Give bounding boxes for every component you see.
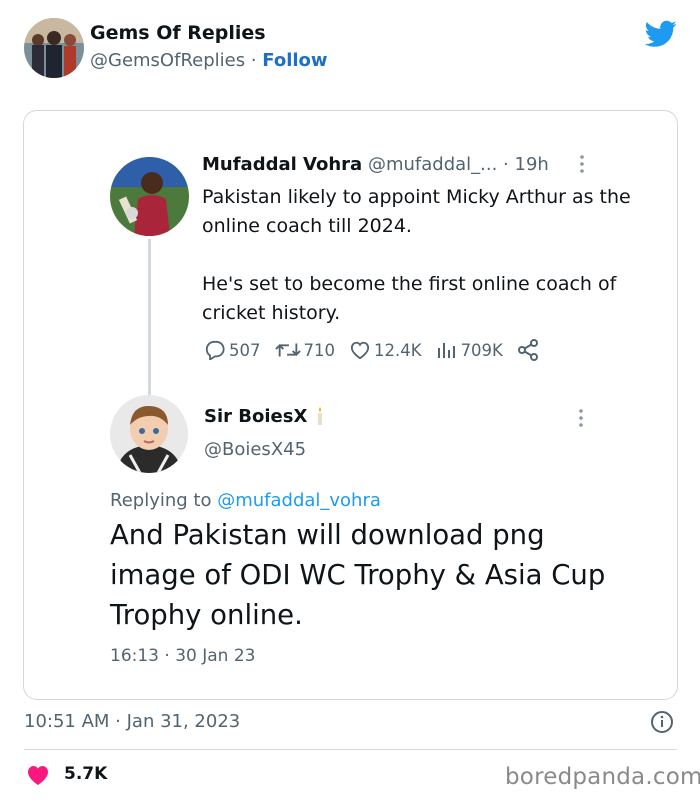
views-count: 709K (460, 340, 503, 360)
quoted-author-handle[interactable]: @mufaddal_... (368, 154, 497, 175)
twitter-bird-icon[interactable] (644, 20, 677, 48)
replying-to: Replying to @mufaddal_vohra (110, 490, 381, 511)
candle-icon (317, 407, 323, 425)
thread-connector-line (148, 239, 151, 395)
quoted-tweet-header: Mufaddal Vohra @mufaddal_... · 19h (202, 154, 549, 175)
account-name[interactable]: Gems Of Replies (90, 22, 266, 44)
like-icon (350, 341, 370, 360)
views-action[interactable]: 709K (436, 340, 503, 360)
reply-icon (205, 340, 225, 360)
watermark: boredpanda.com (505, 764, 700, 790)
reply-tweet-text: And Pakistan will download png image of … (110, 519, 606, 631)
share-icon (517, 339, 538, 361)
reply-author-name[interactable]: Sir BoiesX (204, 406, 307, 427)
reply-author-avatar[interactable] (110, 395, 188, 473)
reply-author-name-row: Sir BoiesX (204, 406, 323, 427)
reply-author-handle[interactable]: @BoiesX45 (204, 439, 306, 460)
more-icon[interactable] (577, 153, 587, 180)
account-handle[interactable]: @GemsOfReplies (90, 50, 245, 71)
reply-tweet-timestamp[interactable]: 16:13 · 30 Jan 23 (110, 646, 255, 666)
quoted-tweet-time[interactable]: · 19h (503, 154, 549, 175)
quoted-tweet-actions: 507 710 12.4K 709K (204, 339, 556, 361)
reply-action[interactable]: 507 (204, 340, 261, 360)
tweet-screenshot: Mufaddal Vohra @mufaddal_... · 19h Pakis… (23, 110, 678, 700)
follow-button[interactable]: Follow (262, 50, 327, 71)
like-action[interactable]: 12.4K (349, 340, 422, 360)
replying-to-prefix: Replying to (110, 490, 218, 511)
info-icon[interactable] (650, 710, 674, 734)
footer-divider (24, 749, 677, 750)
reply-count: 507 (229, 340, 261, 360)
quoted-tweet-text: Pakistan likely to appoint Micky Arthur … (202, 186, 631, 324)
share-action[interactable] (517, 339, 542, 361)
replying-to-mention[interactable]: @mufaddal_vohra (217, 490, 381, 511)
account-handle-row: @GemsOfReplies · Follow (90, 50, 328, 71)
account-avatar[interactable] (24, 18, 84, 78)
more-icon[interactable] (576, 407, 586, 433)
quoted-author-name[interactable]: Mufaddal Vohra (202, 154, 362, 175)
retweet-count: 710 (303, 340, 336, 360)
handle-separator: · (245, 50, 263, 71)
views-icon (437, 343, 455, 358)
tweet-embed-card: Gems Of Replies @GemsOfReplies · Follow … (0, 0, 700, 802)
embed-timestamp[interactable]: 10:51 AM · Jan 31, 2023 (24, 711, 240, 732)
like-count-quoted: 12.4K (374, 340, 422, 360)
heart-icon[interactable] (26, 764, 50, 786)
quoted-author-avatar[interactable] (110, 157, 189, 236)
like-count[interactable]: 5.7K (64, 764, 107, 784)
retweet-action[interactable]: 710 (274, 340, 336, 360)
retweet-icon (274, 343, 301, 357)
